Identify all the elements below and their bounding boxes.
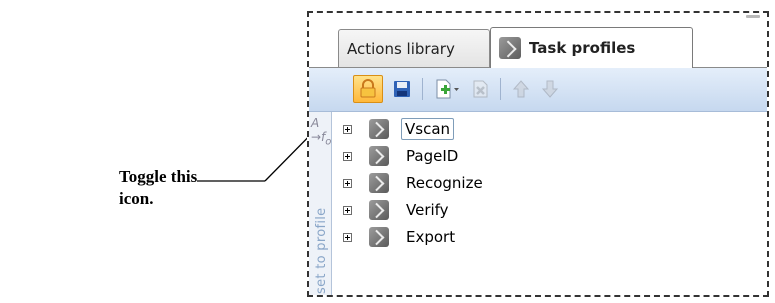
tab-label: Task profiles <box>529 39 636 57</box>
profile-node-icon <box>369 227 389 247</box>
side-panel-label: set to profile <box>314 207 329 294</box>
tree-item-label: Recognize <box>406 174 483 192</box>
tree-item-pageid[interactable]: PageID <box>331 143 761 169</box>
tree-item-verify[interactable]: Verify <box>331 197 761 223</box>
tree-item-vscan[interactable]: Vscan <box>331 116 761 142</box>
tab-label: Actions library <box>347 39 455 58</box>
lock-button[interactable] <box>353 75 383 103</box>
expand-icon[interactable] <box>343 178 352 188</box>
save-button[interactable] <box>387 75 417 103</box>
expand-icon[interactable] <box>343 124 352 134</box>
tree-item-label: Export <box>406 228 456 246</box>
new-profile-icon <box>436 79 459 99</box>
resize-grip[interactable] <box>746 15 760 18</box>
tree-item-export[interactable]: Export <box>331 224 761 250</box>
expand-icon[interactable] <box>343 232 352 242</box>
profile-icon <box>499 37 521 59</box>
toolbar <box>309 68 767 112</box>
tree-item-recognize[interactable]: Recognize <box>331 170 761 196</box>
lock-icon <box>360 79 376 98</box>
tab-actions-library[interactable]: Actions library <box>338 29 490 67</box>
profile-node-icon <box>369 119 389 139</box>
toolbar-separator <box>422 78 423 100</box>
function-icon: A →fo <box>311 116 332 148</box>
side-panel[interactable]: A →fo set to profile <box>309 112 332 295</box>
tree-item-label: Vscan <box>401 118 455 140</box>
move-up-button[interactable] <box>506 75 536 103</box>
toolbar-separator <box>500 78 501 100</box>
move-down-icon <box>541 80 559 98</box>
move-down-button[interactable] <box>535 75 565 103</box>
tree-item-label: PageID <box>406 147 459 165</box>
expand-icon[interactable] <box>343 205 352 215</box>
delete-icon <box>473 80 488 98</box>
callout-line-2: icon. <box>119 189 154 208</box>
callout-line-1: Toggle this <box>119 167 198 186</box>
profile-node-icon <box>369 146 389 166</box>
delete-button[interactable] <box>466 75 496 103</box>
save-icon <box>394 81 410 97</box>
profile-node-icon <box>369 200 389 220</box>
new-profile-button[interactable] <box>429 75 465 103</box>
screenshot-frame: Actions library Task profiles A →fo set … <box>307 11 769 297</box>
callout-text: Toggle this icon. <box>119 166 197 210</box>
tab-task-profiles[interactable]: Task profiles <box>490 27 693 68</box>
profile-node-icon <box>369 173 389 193</box>
expand-icon[interactable] <box>343 151 352 161</box>
move-up-icon <box>512 80 530 98</box>
tree-item-label: Verify <box>406 201 449 219</box>
